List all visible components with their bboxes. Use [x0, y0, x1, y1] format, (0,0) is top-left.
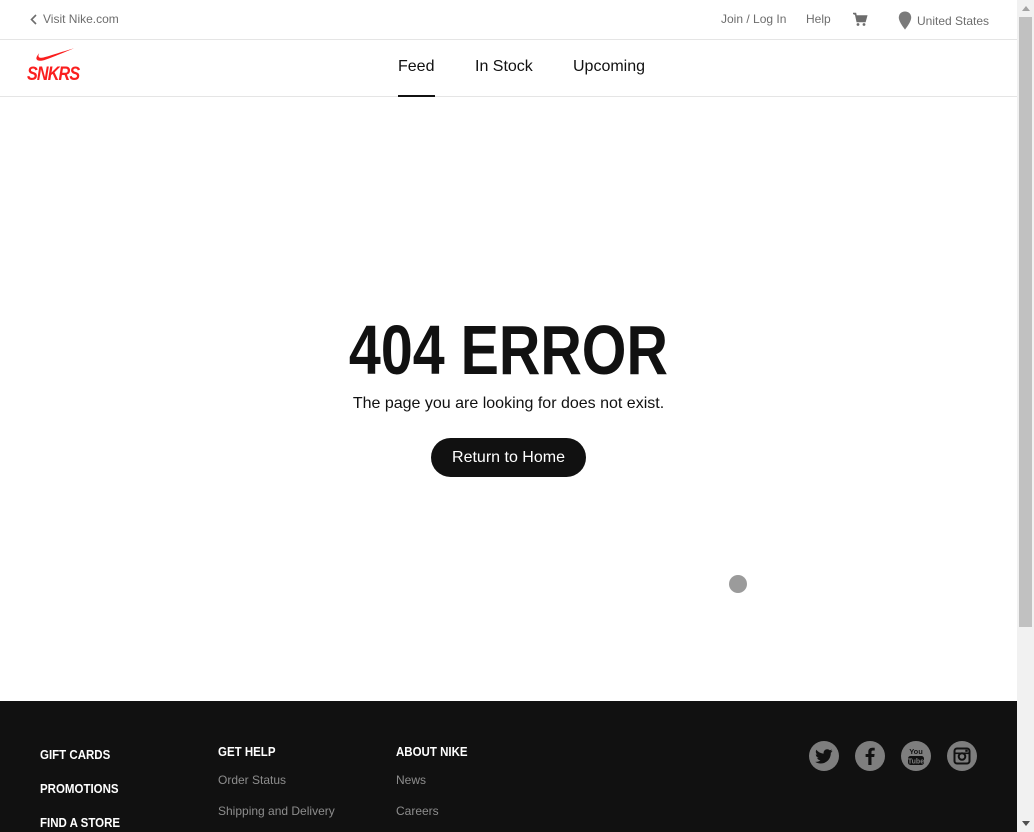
snkrs-logo[interactable]: SNKRS: [27, 47, 81, 87]
main-nav: SNKRS Feed In Stock Upcoming: [0, 40, 1017, 97]
footer-about-heading: ABOUT NIKE: [396, 745, 468, 759]
active-tab-indicator: [398, 95, 435, 97]
footer-help-heading: GET HELP: [218, 745, 276, 759]
loading-dot: [729, 575, 747, 593]
return-home-button[interactable]: Return to Home: [431, 438, 586, 477]
facebook-icon: [865, 747, 875, 765]
error-message: The page you are looking for does not ex…: [352, 395, 665, 412]
footer-link-promotions[interactable]: PROMOTIONS: [40, 782, 120, 796]
cart-icon: [853, 12, 868, 26]
twitter-icon: [815, 748, 833, 763]
nike-swoosh-icon: [36, 48, 74, 61]
svg-text:Tube: Tube: [908, 759, 924, 766]
footer-main-links: GIFT CARDS PROMOTIONS FIND A STORE: [40, 748, 127, 832]
location-label: United States: [917, 13, 990, 28]
footer: GIFT CARDS PROMOTIONS FIND A STORE GET H…: [0, 701, 1017, 832]
arrow-up-icon: [1021, 6, 1030, 11]
instagram-button[interactable]: [947, 741, 977, 771]
footer-help-column: GET HELP Order Status Shipping and Deliv…: [218, 745, 335, 832]
visit-nike-label: Visit Nike.com: [43, 12, 119, 26]
twitter-button[interactable]: [809, 741, 839, 771]
facebook-button[interactable]: [855, 741, 885, 771]
footer-link-order-status[interactable]: Order Status: [218, 773, 335, 787]
utility-bar: Visit Nike.com Join / Log In Help United…: [0, 0, 1017, 40]
arrow-down-icon: [1021, 821, 1030, 826]
scroll-up-button[interactable]: [1017, 0, 1034, 17]
footer-link-shipping[interactable]: Shipping and Delivery: [218, 804, 335, 818]
location-selector[interactable]: United States: [898, 11, 989, 30]
youtube-icon: You Tube: [908, 747, 924, 766]
footer-link-gift-cards[interactable]: GIFT CARDS: [40, 748, 120, 762]
instagram-icon: [953, 747, 971, 765]
visit-nike-link[interactable]: Visit Nike.com: [30, 12, 119, 26]
scroll-down-button[interactable]: [1017, 815, 1034, 832]
chevron-left-icon: [30, 13, 37, 25]
scrollbar-thumb[interactable]: [1019, 17, 1032, 627]
footer-about-column: ABOUT NIKE News Careers: [396, 745, 474, 832]
cart-button[interactable]: [852, 12, 868, 32]
footer-link-news[interactable]: News: [396, 773, 474, 787]
error-title: 404 ERROR: [348, 311, 668, 389]
youtube-button[interactable]: You Tube: [901, 741, 931, 771]
footer-link-careers[interactable]: Careers: [396, 804, 474, 818]
join-login-link[interactable]: Join / Log In: [721, 12, 786, 26]
svg-text:You: You: [909, 747, 923, 756]
tab-upcoming[interactable]: Upcoming: [573, 58, 645, 76]
vertical-scrollbar[interactable]: [1017, 0, 1034, 832]
location-pin-icon: [898, 11, 912, 30]
tab-in-stock[interactable]: In Stock: [475, 58, 533, 76]
logo-text: SNKRS: [27, 64, 80, 85]
help-link[interactable]: Help: [806, 12, 831, 26]
tab-feed[interactable]: Feed: [398, 58, 434, 76]
footer-link-find-a-store[interactable]: FIND A STORE: [40, 816, 120, 830]
